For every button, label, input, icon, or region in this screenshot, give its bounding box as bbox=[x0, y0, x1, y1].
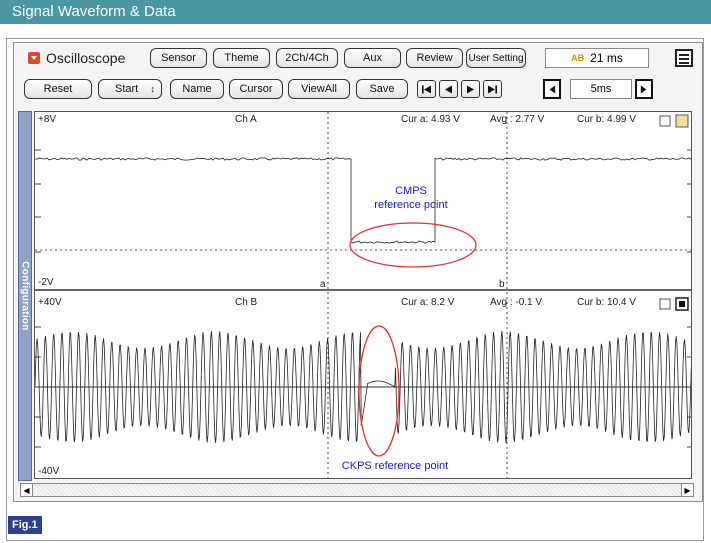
channel-a-grid bbox=[35, 149, 691, 253]
channel-a-waveform bbox=[35, 157, 691, 244]
waveform-canvas: +8V -2V Ch A Cur a: 4.93 V Avg : 2.77 V … bbox=[35, 112, 691, 478]
ch-a-cur-a: Cur a: 4.93 V bbox=[401, 114, 460, 125]
cmps-label-line1: CMPS bbox=[395, 185, 427, 197]
ch-a-label: Ch A bbox=[235, 114, 257, 125]
ab-time-icon: AB bbox=[571, 53, 585, 63]
app-title: Oscilloscope bbox=[46, 50, 126, 66]
oscilloscope-menu-icon[interactable] bbox=[28, 52, 40, 64]
ckps-label: CKPS reference point bbox=[342, 460, 448, 472]
cursor-b-label: b bbox=[499, 279, 505, 290]
ch-b-cur-a: Cur a: 8.2 V bbox=[401, 297, 455, 308]
sensor-button[interactable]: Sensor bbox=[150, 48, 207, 68]
viewall-button[interactable]: ViewAll bbox=[288, 79, 350, 99]
horizontal-scrollbar[interactable]: ◀ ▶ bbox=[20, 483, 694, 497]
ch-b-top-scale: +40V bbox=[38, 297, 62, 308]
ch-b-checkbox[interactable] bbox=[659, 298, 671, 310]
aux-button[interactable]: Aux bbox=[344, 48, 401, 68]
cursor-a-label: a bbox=[320, 279, 326, 290]
ch-a-avg: Avg : 2.77 V bbox=[490, 114, 545, 125]
skip-end-icon bbox=[488, 85, 497, 93]
page-title: Signal Waveform & Data bbox=[0, 0, 711, 24]
scroll-track[interactable] bbox=[33, 484, 681, 496]
ch-b-avg: Avg : -0.1 V bbox=[490, 297, 542, 308]
ch-a-cur-b: Cur b: 4.99 V bbox=[577, 114, 636, 125]
step-back-icon bbox=[445, 85, 452, 93]
theme-button[interactable]: Theme bbox=[213, 48, 270, 68]
ckps-highlight-ellipse bbox=[358, 325, 400, 457]
step-forward-button[interactable] bbox=[461, 80, 480, 98]
start-button[interactable]: Start ↕ bbox=[98, 79, 162, 99]
top-toolbar: Oscilloscope Sensor Theme 2Ch/4Ch Aux Re… bbox=[20, 48, 696, 70]
oscilloscope-window: Oscilloscope Sensor Theme 2Ch/4Ch Aux Re… bbox=[13, 42, 703, 502]
waveform-plot[interactable]: +8V -2V Ch A Cur a: 4.93 V Avg : 2.77 V … bbox=[34, 111, 692, 479]
scroll-left-icon[interactable]: ◀ bbox=[21, 484, 33, 496]
control-toolbar: Reset Start ↕ Name Cursor ViewAll Save 5… bbox=[20, 79, 696, 101]
figure-label: Fig.1 bbox=[8, 516, 42, 534]
save-button[interactable]: Save bbox=[356, 79, 408, 99]
configuration-label: Configuration bbox=[19, 261, 31, 331]
ch-b-label: Ch B bbox=[235, 297, 258, 308]
updown-arrow-icon: ↕ bbox=[150, 84, 156, 94]
right-arrow-icon bbox=[640, 85, 647, 93]
cmps-highlight-ellipse bbox=[349, 222, 477, 268]
skip-to-end-button[interactable] bbox=[483, 80, 502, 98]
time-value: 21 ms bbox=[590, 51, 623, 65]
start-label: Start bbox=[115, 83, 139, 95]
ch-b-bottom-scale: -40V bbox=[38, 466, 59, 477]
user-setting-button[interactable]: User Setting bbox=[466, 48, 526, 68]
zoom-out-button[interactable] bbox=[543, 79, 561, 99]
review-button[interactable]: Review bbox=[406, 48, 463, 68]
channel-mode-button[interactable]: 2Ch/4Ch bbox=[276, 48, 338, 68]
reset-button[interactable]: Reset bbox=[24, 79, 92, 99]
skip-start-icon bbox=[422, 85, 431, 93]
hamburger-menu-icon[interactable] bbox=[675, 49, 693, 67]
timebase-value: 5ms bbox=[570, 79, 632, 99]
scroll-right-icon[interactable]: ▶ bbox=[681, 484, 693, 496]
step-back-button[interactable] bbox=[439, 80, 458, 98]
cursor-button[interactable]: Cursor bbox=[229, 79, 283, 99]
name-button[interactable]: Name bbox=[170, 79, 224, 99]
ch-a-top-scale: +8V bbox=[38, 114, 56, 125]
skip-to-start-button[interactable] bbox=[417, 80, 436, 98]
step-forward-icon bbox=[467, 85, 474, 93]
ch-b-cur-b: Cur b: 10.4 V bbox=[577, 297, 636, 308]
ch-a-checkbox[interactable] bbox=[659, 115, 671, 127]
left-arrow-icon bbox=[549, 85, 556, 93]
ch-a-color-swatch[interactable] bbox=[675, 114, 689, 128]
time-readout: AB 21 ms bbox=[545, 48, 649, 68]
configuration-tab[interactable]: Configuration bbox=[18, 111, 32, 481]
cmps-label-line2: reference point bbox=[374, 199, 447, 211]
ch-a-bottom-scale: -2V bbox=[38, 277, 54, 288]
zoom-in-button[interactable] bbox=[635, 79, 653, 99]
